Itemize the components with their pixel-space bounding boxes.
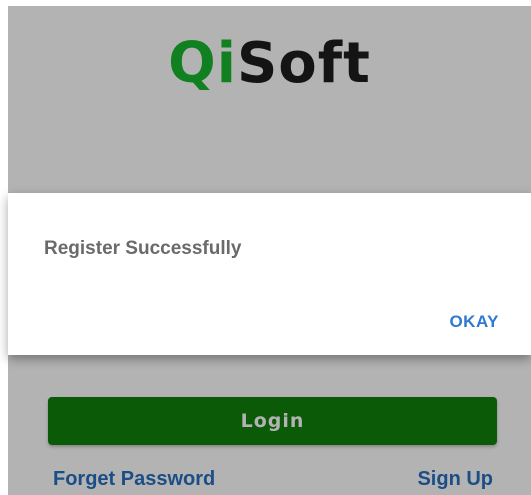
login-button[interactable]: Login xyxy=(48,397,497,445)
alert-dialog: Register Successfully OKAY xyxy=(8,193,531,355)
logo-soft-text: Soft xyxy=(236,31,371,96)
logo-qi-text: Qi xyxy=(168,31,237,96)
okay-button[interactable]: OKAY xyxy=(449,311,499,333)
dialog-message: Register Successfully xyxy=(44,238,242,259)
forget-password-link[interactable]: Forget Password xyxy=(53,465,215,493)
app-logo: QiSoft xyxy=(8,28,531,100)
sign-up-link[interactable]: Sign Up xyxy=(417,465,493,493)
